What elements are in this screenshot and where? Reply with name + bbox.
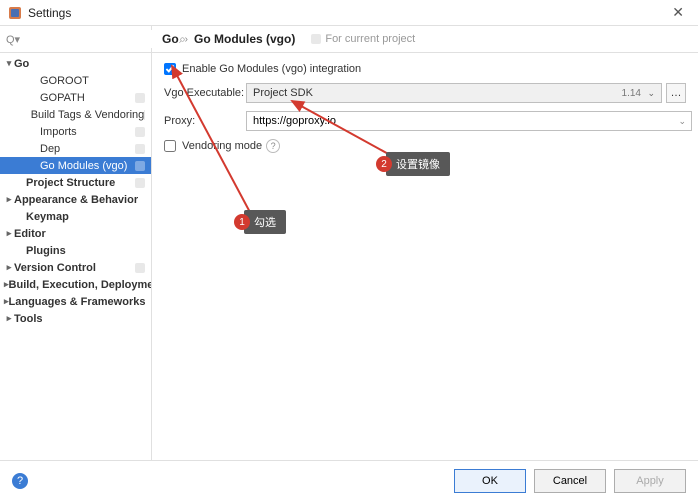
annotation-callout-2: 2 设置镜像 [386, 152, 450, 176]
sidebar-item[interactable]: ▾Go [0, 55, 151, 72]
search-placeholder: Q▾ [6, 33, 20, 46]
scope-badge-icon [135, 161, 145, 171]
apply-button[interactable]: Apply [614, 469, 686, 493]
scope-badge-icon [135, 144, 145, 154]
annotation-text-2: 设置镜像 [396, 156, 440, 172]
title-bar: Settings ✕ [0, 0, 698, 26]
scope-badge-icon [135, 93, 145, 103]
chevron-down-icon: ⌄ [647, 88, 655, 99]
dialog-footer: ? OK Cancel Apply [0, 460, 698, 500]
sidebar-item-label: Project Structure [26, 177, 135, 189]
sidebar-item-label: Appearance & Behavior [14, 194, 145, 206]
sidebar-item[interactable]: Plugins [0, 242, 151, 259]
sidebar-item[interactable]: ▸Editor [0, 225, 151, 242]
sidebar-item[interactable]: ▸Version Control [0, 259, 151, 276]
sidebar-item[interactable]: ▸Tools [0, 310, 151, 327]
enable-integration-checkbox[interactable]: Enable Go Modules (vgo) integration [164, 63, 361, 75]
breadcrumb-root[interactable]: Go [162, 32, 179, 46]
scope-badge-icon [144, 110, 145, 120]
sidebar-item-label: Dep [40, 143, 135, 155]
sidebar-item[interactable]: ▸Appearance & Behavior [0, 191, 151, 208]
sidebar-item[interactable]: Build Tags & Vendoring [0, 106, 151, 123]
sidebar-item[interactable]: ▸Languages & Frameworks [0, 293, 151, 310]
search-field[interactable]: Q▾ ⌕ [0, 26, 151, 53]
chevron-right-icon: › [185, 34, 188, 45]
scope-badge-icon [311, 34, 321, 44]
sidebar-item-label: Build Tags & Vendoring [31, 109, 145, 121]
breadcrumb: Go › Go Modules (vgo) For current projec… [152, 26, 698, 53]
sidebar-item-label: Go Modules (vgo) [40, 160, 135, 172]
annotation-number-2: 2 [376, 156, 392, 172]
sidebar-item-label: Build, Execution, Deployment [9, 279, 151, 291]
sidebar-item[interactable]: Project Structure [0, 174, 151, 191]
annotation-text-1: 勾选 [254, 214, 276, 230]
scope-badge-icon [135, 178, 145, 188]
cancel-button[interactable]: Cancel [534, 469, 606, 493]
sidebar-item[interactable]: GOPATH [0, 89, 151, 106]
sidebar-item-label: Plugins [26, 245, 145, 257]
vendoring-mode-checkbox[interactable]: Vendoring mode [164, 140, 262, 152]
sidebar-item[interactable]: ▸Build, Execution, Deployment [0, 276, 151, 293]
window-title: Settings [28, 6, 666, 20]
proxy-input[interactable] [246, 111, 692, 131]
sidebar-item-label: GOPATH [40, 92, 135, 104]
sidebar-item-label: Editor [14, 228, 145, 240]
vendoring-mode-label: Vendoring mode [182, 140, 262, 152]
scope-hint: For current project [311, 33, 415, 45]
sidebar-item-label: Version Control [14, 262, 135, 274]
help-button[interactable]: ? [12, 473, 28, 489]
tree-arrow-icon: ▾ [4, 58, 14, 69]
close-icon[interactable]: ✕ [666, 2, 690, 23]
tree-arrow-icon: ▸ [4, 313, 14, 324]
sidebar-item-label: GOROOT [40, 75, 145, 87]
ok-button[interactable]: OK [454, 469, 526, 493]
tree-arrow-icon: ▸ [4, 262, 14, 273]
vgo-executable-label: Vgo Executable: [164, 87, 246, 99]
scope-badge-icon [135, 263, 145, 273]
sidebar-item-label: Languages & Frameworks [9, 296, 146, 308]
sidebar-item[interactable]: GOROOT [0, 72, 151, 89]
vgo-executable-dropdown[interactable]: Project SDK 1.14 ⌄ [246, 83, 662, 103]
browse-button[interactable]: … [666, 83, 686, 103]
annotation-callout-1: 1 勾选 [244, 210, 286, 234]
sidebar-item-label: Keymap [26, 211, 145, 223]
sidebar: Q▾ ⌕ ▾Go GOROOT GOPATH Build Tags & Vendori… [0, 26, 152, 460]
enable-integration-label: Enable Go Modules (vgo) integration [182, 63, 361, 75]
app-icon [8, 6, 22, 20]
tree-arrow-icon: ▸ [4, 228, 14, 239]
annotation-number-1: 1 [234, 214, 250, 230]
sidebar-item[interactable]: Imports [0, 123, 151, 140]
sidebar-item-label: Go [14, 58, 145, 70]
content-pane: Go › Go Modules (vgo) For current projec… [152, 26, 698, 460]
settings-tree: ▾Go GOROOT GOPATH Build Tags & Vendoring Imp… [0, 53, 151, 460]
scope-badge-icon [135, 127, 145, 137]
sidebar-item-label: Imports [40, 126, 135, 138]
proxy-label: Proxy: [164, 115, 246, 127]
sidebar-item[interactable]: Dep [0, 140, 151, 157]
help-icon[interactable]: ? [266, 139, 280, 153]
sidebar-item[interactable]: Go Modules (vgo) [0, 157, 151, 174]
sidebar-item-label: Tools [14, 313, 145, 325]
breadcrumb-current: Go Modules (vgo) [194, 32, 295, 46]
sidebar-item[interactable]: Keymap [0, 208, 151, 225]
tree-arrow-icon: ▸ [4, 194, 14, 205]
